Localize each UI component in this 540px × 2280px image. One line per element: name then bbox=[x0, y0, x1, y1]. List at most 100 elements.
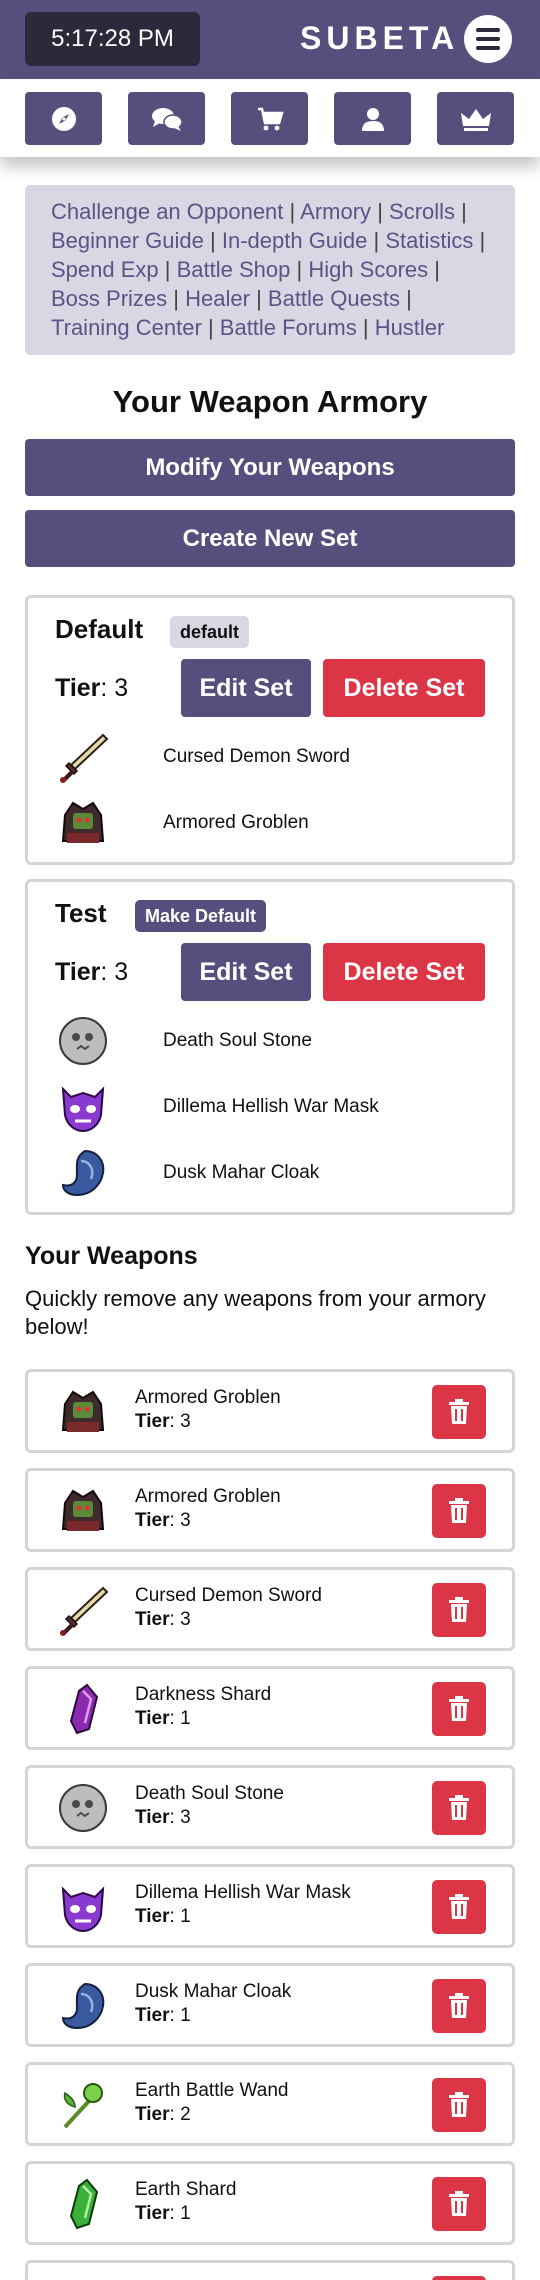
page-title: Your Weapon Armory bbox=[112, 384, 428, 419]
weapon-name: Armored Groblen bbox=[135, 1387, 281, 1408]
hamburger-icon[interactable] bbox=[464, 15, 512, 63]
link-challenge[interactable]: Challenge an Opponent bbox=[51, 199, 283, 224]
weapon-row: Dusk Mahar Cloak Tier: 1 bbox=[25, 1963, 515, 2047]
weapon-tier: Tier: 1 bbox=[135, 1906, 191, 1927]
weapon-name: Earth Battle Wand bbox=[135, 2080, 289, 2101]
set-item: Armored Groblen bbox=[55, 795, 495, 851]
delete-set-button[interactable]: Delete Set bbox=[323, 659, 485, 717]
weapon-row: Death Soul Stone Tier: 3 bbox=[25, 1765, 515, 1849]
mask-icon bbox=[61, 1086, 105, 1133]
green-shard-icon bbox=[69, 2178, 99, 2230]
weapon-row: Armored Groblen Tier: 3 bbox=[25, 1468, 515, 1552]
remove-weapon-button[interactable] bbox=[432, 2276, 486, 2280]
link-beginner-guide[interactable]: Beginner Guide bbox=[51, 228, 204, 253]
item-name: Death Soul Stone bbox=[163, 1030, 312, 1051]
weapon-row: Armored Groblen Tier: 3 bbox=[25, 1369, 515, 1453]
clock: 5:17:28 PM bbox=[25, 12, 200, 66]
weapon-tier: Tier: 2 bbox=[135, 2104, 191, 2125]
armored-groblen-icon bbox=[61, 1489, 105, 1531]
weapon-name: Dusk Mahar Cloak bbox=[135, 1981, 292, 2002]
trash-icon bbox=[449, 1696, 469, 1721]
link-boss-prizes[interactable]: Boss Prizes bbox=[51, 286, 167, 311]
link-battle-forums[interactable]: Battle Forums bbox=[220, 315, 357, 340]
link-training-center[interactable]: Training Center bbox=[51, 315, 202, 340]
set-item: Dillema Hellish War Mask bbox=[55, 1079, 495, 1135]
set-item: Death Soul Stone bbox=[55, 1013, 495, 1069]
set-item: Cursed Demon Sword bbox=[55, 729, 495, 785]
remove-weapon-button[interactable] bbox=[432, 1385, 486, 1439]
battle-links: Challenge an Opponent | Armory | Scrolls… bbox=[25, 185, 515, 355]
link-statistics[interactable]: Statistics bbox=[385, 228, 473, 253]
link-in-depth-guide[interactable]: In-depth Guide bbox=[222, 228, 368, 253]
remove-weapon-button[interactable] bbox=[432, 1682, 486, 1736]
create-set-button[interactable]: Create New Set bbox=[25, 510, 515, 567]
weapon-tier: Tier: 1 bbox=[135, 2005, 191, 2026]
set-card-default: Default default Tier: 3 Edit Set Delete … bbox=[25, 595, 515, 865]
delete-set-button[interactable]: Delete Set bbox=[323, 943, 485, 1001]
wand-icon bbox=[63, 2083, 103, 2129]
trash-icon bbox=[449, 1498, 469, 1523]
link-battle-shop[interactable]: Battle Shop bbox=[177, 257, 291, 282]
link-battle-quests[interactable]: Battle Quests bbox=[268, 286, 400, 311]
compass-icon[interactable] bbox=[25, 92, 102, 145]
weapon-tier: Tier: 3 bbox=[135, 1411, 191, 1432]
weapon-name: Cursed Demon Sword bbox=[135, 1585, 322, 1606]
link-scrolls[interactable]: Scrolls bbox=[389, 199, 455, 224]
edit-set-button[interactable]: Edit Set bbox=[181, 943, 311, 1001]
remove-weapon-button[interactable] bbox=[432, 1583, 486, 1637]
stone-icon bbox=[59, 1784, 107, 1832]
stone-icon bbox=[59, 1017, 107, 1065]
weapon-tier: Tier: 3 bbox=[135, 1807, 191, 1828]
remove-weapon-button[interactable] bbox=[432, 1979, 486, 2033]
item-name: Cursed Demon Sword bbox=[163, 746, 350, 767]
weapon-tier: Tier: 1 bbox=[135, 1708, 191, 1729]
armored-groblen-icon bbox=[61, 1390, 105, 1432]
link-healer[interactable]: Healer bbox=[185, 286, 250, 311]
set-tier: Tier: 3 bbox=[55, 958, 129, 986]
cloak-icon bbox=[61, 1982, 105, 2030]
sword-icon bbox=[60, 733, 109, 783]
user-icon[interactable] bbox=[334, 92, 411, 145]
remove-weapon-button[interactable] bbox=[432, 2177, 486, 2231]
weapon-name: Dillema Hellish War Mask bbox=[135, 1882, 351, 1903]
link-high-scores[interactable]: High Scores bbox=[308, 257, 428, 282]
weapon-tier: Tier: 3 bbox=[135, 1609, 191, 1630]
weapon-name: Death Soul Stone bbox=[135, 1783, 284, 1804]
remove-weapon-button[interactable] bbox=[432, 1484, 486, 1538]
remove-weapon-button[interactable] bbox=[432, 1781, 486, 1835]
trash-icon bbox=[449, 1993, 469, 2018]
default-badge: default bbox=[170, 616, 250, 648]
set-card-test: Test Make Default Tier: 3 Edit Set Delet… bbox=[25, 879, 515, 1215]
weapon-tier: Tier: 1 bbox=[135, 2203, 191, 2224]
set-item: Dusk Mahar Cloak bbox=[55, 1145, 495, 1201]
weapon-name: Darkness Shard bbox=[135, 1684, 272, 1705]
modify-weapons-button[interactable]: Modify Your Weapons bbox=[25, 439, 515, 496]
item-name: Dillema Hellish War Mask bbox=[163, 1096, 379, 1117]
chat-icon[interactable] bbox=[128, 92, 205, 145]
set-name: Test bbox=[55, 898, 107, 928]
site-logo[interactable]: SUBETA bbox=[300, 16, 459, 60]
shard-icon bbox=[69, 1683, 99, 1735]
remove-weapon-button[interactable] bbox=[432, 2078, 486, 2132]
link-hustler[interactable]: Hustler bbox=[375, 315, 445, 340]
cart-icon[interactable] bbox=[231, 92, 308, 145]
weapons-section-description: Quickly remove any weapons from your arm… bbox=[25, 1286, 486, 1339]
set-tier: Tier: 3 bbox=[55, 674, 129, 702]
remove-weapon-button[interactable] bbox=[432, 1880, 486, 1934]
link-spend-exp[interactable]: Spend Exp bbox=[51, 257, 159, 282]
item-name: Armored Groblen bbox=[163, 812, 309, 833]
trash-icon bbox=[449, 2191, 469, 2216]
armored-groblen-icon bbox=[61, 801, 105, 843]
weapon-row: Dillema Hellish War Mask Tier: 1 bbox=[25, 1864, 515, 1948]
cloak-icon bbox=[61, 1149, 105, 1197]
weapon-row: Cursed Demon Sword Tier: 3 bbox=[25, 1567, 515, 1651]
link-armory[interactable]: Armory bbox=[300, 199, 371, 224]
weapon-tier: Tier: 3 bbox=[135, 1510, 191, 1531]
make-default-button[interactable]: Make Default bbox=[135, 900, 267, 932]
item-name: Dusk Mahar Cloak bbox=[163, 1162, 320, 1183]
top-bar: 5:17:28 PM SUBETA bbox=[0, 0, 540, 79]
edit-set-button[interactable]: Edit Set bbox=[181, 659, 311, 717]
weapon-row: Earth Battle Wand Tier: 2 bbox=[25, 2062, 515, 2146]
mask-icon bbox=[61, 1886, 105, 1933]
crown-icon[interactable] bbox=[437, 92, 514, 145]
